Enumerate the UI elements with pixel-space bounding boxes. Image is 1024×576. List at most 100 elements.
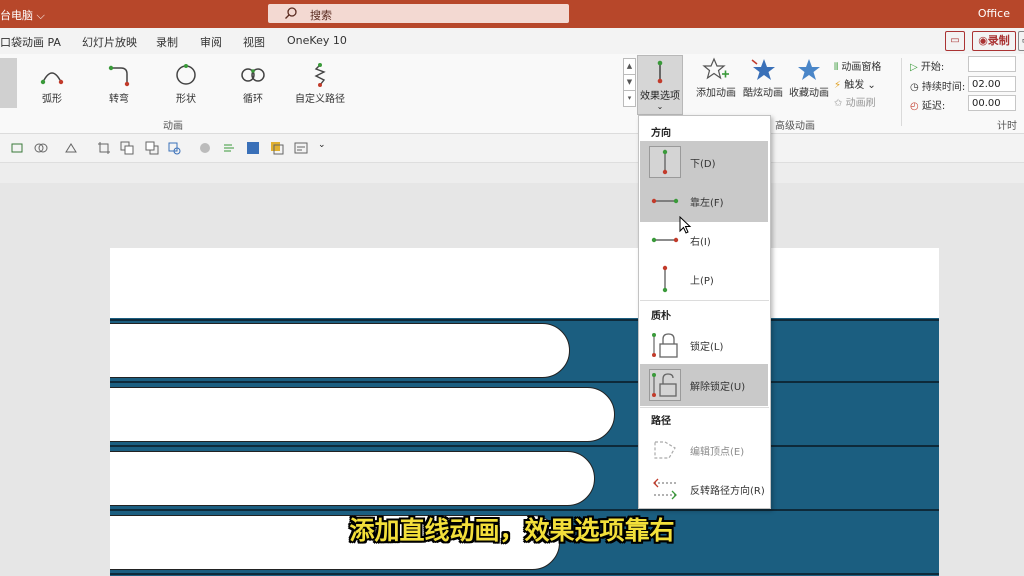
group-label-timing: 计时 <box>997 121 1017 132</box>
gallery-more[interactable]: ▾ <box>623 90 636 107</box>
stripe <box>110 319 939 321</box>
office-brand: Office <box>977 7 1010 20</box>
effect-options-button[interactable]: 效果选项 ⌄ <box>637 55 683 115</box>
tab-review[interactable]: 审阅 <box>200 34 222 50</box>
comment-icon: ▭ <box>950 35 960 46</box>
add-animation-button[interactable]: 添加动画 <box>692 56 740 99</box>
search-box[interactable]: 搜索 <box>268 4 569 23</box>
group-label-advanced: 高级动画 <box>775 121 815 132</box>
mouse-cursor-icon <box>679 216 692 234</box>
arrange-icon[interactable] <box>222 141 236 155</box>
pill-shape[interactable] <box>110 451 595 506</box>
animation-pane-button[interactable]: ⫴ 动画窗格 <box>834 58 881 73</box>
chevron-down-icon: ⌄ <box>867 80 876 91</box>
delay-label: ◴ 延迟: <box>910 101 946 112</box>
anim-shape[interactable]: 形状 <box>156 62 216 105</box>
menu-item-unlock[interactable]: 解除锁定(U) <box>640 364 768 406</box>
trigger-button[interactable]: ⚡ 触发 ⌄ <box>834 76 876 91</box>
direction-left-icon <box>651 198 679 204</box>
tab-view[interactable]: 视图 <box>243 34 265 50</box>
chevron-down-icon: ⌄ <box>656 102 664 111</box>
effects-icon[interactable] <box>198 141 212 155</box>
loop-path-icon <box>241 68 265 82</box>
menu-item-down[interactable]: 下(D) <box>640 141 768 183</box>
menu-item-up[interactable]: 上(P) <box>640 258 768 300</box>
custom-path-icon <box>314 63 326 87</box>
section-direction: 方向 <box>651 128 671 139</box>
unlock-icon <box>652 373 677 397</box>
reverse-path-icon <box>653 478 677 500</box>
fill-icon[interactable] <box>64 141 78 155</box>
duration-input[interactable]: 02.00 <box>968 76 1016 92</box>
group-icon[interactable] <box>34 141 48 155</box>
tab-record[interactable]: 录制 <box>156 34 178 50</box>
direction-down-icon <box>662 149 668 175</box>
ribbon: 弧形 转弯 形状 循环 自定义路径 ▲ ▼ ▾ 动画 效果选项 ⌄ 添加动画 酷… <box>0 54 1024 134</box>
comment-button[interactable]: ▭ <box>945 31 965 51</box>
clock-icon: ◷ <box>910 82 919 93</box>
pill-shape[interactable] <box>110 323 570 378</box>
start-select[interactable] <box>968 56 1016 72</box>
customize-toolbar-icon[interactable]: ⌄ <box>318 140 332 154</box>
arc-path-icon <box>40 72 64 85</box>
pane-icon: ⫴ <box>834 62 839 73</box>
gallery-scroll-down[interactable]: ▼ <box>623 74 636 91</box>
ribbon-tabs: 口袋动画 PA 幻灯片放映 录制 审阅 视图 OneKey 10 ▭ ◉录制 ▭ <box>0 28 1024 54</box>
anim-custom-path[interactable]: 自定义路径 <box>290 62 350 105</box>
start-label: ▷ 开始: <box>910 62 945 73</box>
edit-points-icon <box>654 441 676 459</box>
collect-animation-button[interactable]: 收藏动画 <box>785 56 833 99</box>
direction-up-icon <box>662 265 668 293</box>
ribbon-display-button[interactable]: ▭ <box>1018 31 1024 51</box>
text-box-icon[interactable] <box>294 141 308 155</box>
shape-path-icon <box>176 64 196 85</box>
menu-separator <box>640 300 769 301</box>
video-subtitle: 添加直线动画，效果选项靠右 <box>349 516 675 545</box>
record-icon: ◉ <box>978 34 988 47</box>
favorite-star-icon <box>798 59 820 80</box>
record-button[interactable]: ◉录制 <box>972 31 1016 51</box>
document-title[interactable]: 台电脑 ⌵ <box>0 7 45 23</box>
lightning-icon: ⚡ <box>834 80 842 91</box>
menu-item-left[interactable]: 靠左(F) <box>640 180 768 222</box>
menu-separator <box>640 407 769 408</box>
effect-options-icon <box>657 60 663 84</box>
menu-item-edit-points[interactable]: 编辑顶点(E) <box>640 429 768 471</box>
group-separator <box>901 58 902 126</box>
star-icon <box>751 59 775 80</box>
menu-item-reverse-path[interactable]: 反转路径方向(R) <box>640 468 768 510</box>
copy-format-icon[interactable] <box>270 141 284 155</box>
cool-animation-button[interactable]: 酷炫动画 <box>739 56 787 99</box>
tab-slideshow[interactable]: 幻灯片放映 <box>82 34 137 50</box>
delay-clock-icon: ◴ <box>910 101 919 112</box>
gallery-edge <box>0 58 17 108</box>
quick-toolbar: ⌄ <box>0 134 1024 163</box>
tab-pocket-animation[interactable]: 口袋动画 PA <box>0 34 61 50</box>
animation-painter-button[interactable]: ✩ 动画刷 <box>834 94 876 109</box>
send-backward-icon[interactable] <box>145 141 159 155</box>
gallery-scroll-up[interactable]: ▲ <box>623 58 636 75</box>
duration-label: ◷ 持续时间: <box>910 82 966 93</box>
align-icon[interactable] <box>10 141 24 155</box>
menu-item-right[interactable]: 右(I) <box>640 219 768 261</box>
menu-item-lock[interactable]: 锁定(L) <box>640 324 768 366</box>
anim-turn[interactable]: 转弯 <box>89 62 149 105</box>
add-star-icon <box>702 57 729 80</box>
delay-input[interactable]: 00.00 <box>968 95 1016 111</box>
anim-loop[interactable]: 循环 <box>223 62 283 105</box>
stripe <box>110 381 939 383</box>
stripe <box>110 445 939 447</box>
search-placeholder: 搜索 <box>310 9 332 22</box>
stripe <box>110 573 939 575</box>
shape-outline-icon[interactable] <box>167 141 181 155</box>
tab-onekey[interactable]: OneKey 10 <box>287 34 347 47</box>
chevron-down-icon: ⌵ <box>36 9 45 22</box>
fill-color-icon[interactable] <box>246 141 260 155</box>
direction-right-icon <box>651 237 679 243</box>
crop-icon[interactable] <box>97 141 111 155</box>
anim-arc[interactable]: 弧形 <box>22 62 82 105</box>
effect-options-menu: 方向 下(D) 靠左(F) 右(I) 上(P) 质朴 锁定(L) 解除锁定(U)… <box>638 115 771 509</box>
section-origin: 质朴 <box>651 311 671 322</box>
bring-forward-icon[interactable] <box>120 141 134 155</box>
pill-shape[interactable] <box>110 387 615 442</box>
